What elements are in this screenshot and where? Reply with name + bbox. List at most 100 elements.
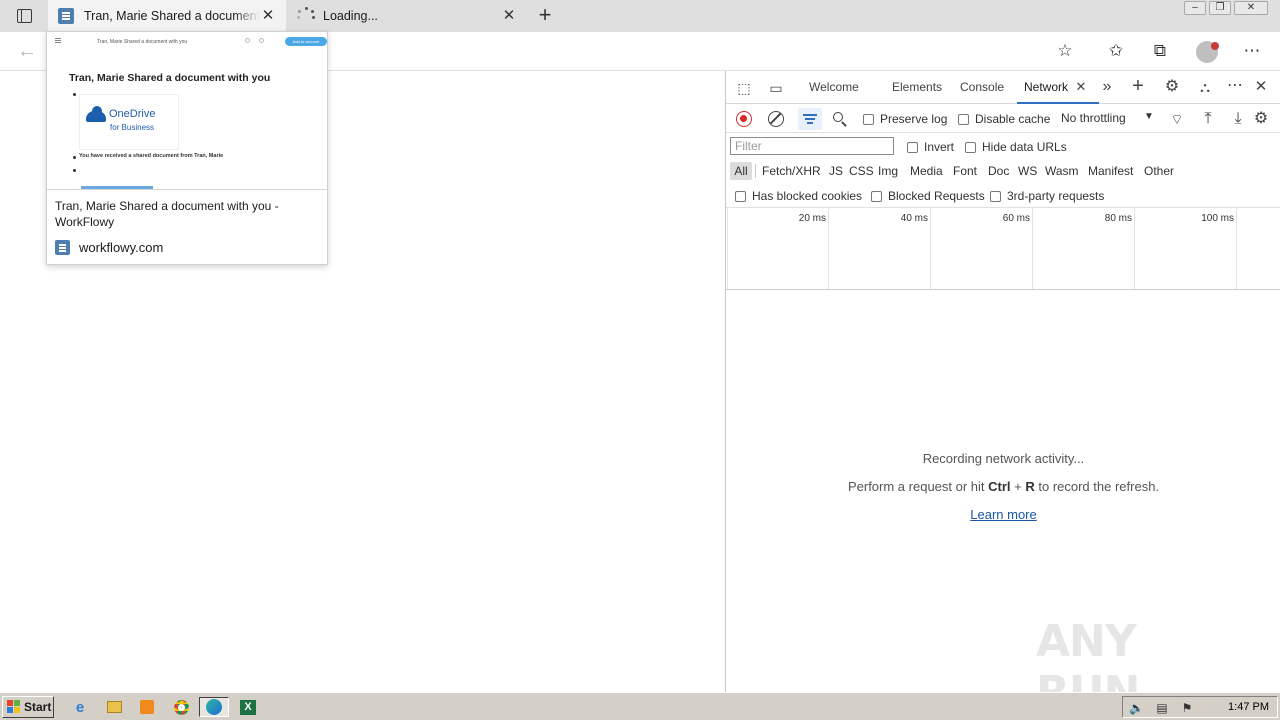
network-toolbar: Preserve log Disable cache No throttling… <box>726 105 1280 133</box>
more-tabs-chevron-icon[interactable]: » <box>1097 77 1117 97</box>
profile-avatar[interactable] <box>1196 41 1219 63</box>
device-emulation-icon[interactable]: ▭ <box>766 78 786 98</box>
restore-window-button[interactable]: ❐ <box>1209 1 1231 15</box>
preview-heading: Tran, Marie Shared a document with you <box>69 72 271 84</box>
tab-title: Loading... <box>323 9 378 23</box>
start-button[interactable]: Start <box>2 696 54 718</box>
close-devtools-icon[interactable]: ✕ <box>1251 77 1271 97</box>
preview-check-icon <box>259 38 264 43</box>
checkbox-box[interactable] <box>907 141 918 153</box>
system-tray: 🔈 ▤ ⚑ 1:47 PM <box>1122 696 1278 718</box>
tab-actions-menu-icon[interactable] <box>8 6 40 26</box>
add-tab-plus-icon[interactable]: + <box>1128 76 1148 96</box>
windows-logo-icon <box>7 700 21 714</box>
timeline-tick-label: 40 ms <box>900 213 928 224</box>
clear-log-icon[interactable] <box>768 111 784 127</box>
action-center-flag-icon[interactable]: ⚑ <box>1180 701 1194 715</box>
internet-explorer-icon[interactable]: e <box>69 697 91 717</box>
volume-icon[interactable]: 🔈 <box>1129 701 1144 715</box>
settings-more-icon[interactable]: ⋯ <box>1240 39 1264 63</box>
file-explorer-icon[interactable] <box>103 697 125 717</box>
has-blocked-cookies-checkbox[interactable]: Has blocked cookies <box>735 189 862 203</box>
checkbox-box[interactable] <box>871 190 882 202</box>
clock: 1:47 PM <box>1228 701 1269 713</box>
search-icon[interactable] <box>832 111 848 127</box>
disable-cache-checkbox[interactable]: Disable cache <box>958 112 1050 126</box>
third-party-requests-checkbox[interactable]: 3rd-party requests <box>990 189 1104 203</box>
back-arrow-icon[interactable]: ← <box>17 40 39 62</box>
invert-checkbox[interactable]: Invert <box>907 140 954 154</box>
network-settings-gear-icon[interactable]: ⚙ <box>1251 109 1271 129</box>
checkbox-box[interactable] <box>990 190 1001 202</box>
network-icon[interactable]: ▤ <box>1155 701 1169 715</box>
browser-tab-loading[interactable]: Loading... ✕ <box>287 0 527 32</box>
type-filter-manifest[interactable]: Manifest <box>1088 162 1133 180</box>
refresh-hint-suffix: to record the refresh. <box>1034 479 1160 494</box>
tab-hover-card: Tran, Marie Shared a document with you A… <box>46 31 328 265</box>
inspect-element-icon[interactable]: ⬚ <box>734 78 754 98</box>
close-window-button[interactable]: ✕ <box>1234 1 1268 15</box>
filter-input[interactable] <box>730 137 894 155</box>
start-label: Start <box>24 700 52 714</box>
network-overview-timeline[interactable]: 20 ms 40 ms 60 ms 80 ms 100 ms <box>726 208 1280 290</box>
more-options-icon[interactable]: ⋯ <box>1225 76 1245 96</box>
tab-elements[interactable]: Elements <box>892 80 942 94</box>
tab-console[interactable]: Console <box>960 80 1004 94</box>
excel-icon[interactable]: X <box>237 697 259 717</box>
disable-cache-label: Disable cache <box>975 112 1051 126</box>
checkbox-box[interactable] <box>735 190 746 202</box>
preview-header-title: Tran, Marie Shared a document with you <box>97 39 188 45</box>
chrome-icon[interactable] <box>170 697 192 717</box>
tab-strip: Tran, Marie Shared a document with you -… <box>0 0 1280 32</box>
loading-spinner-icon <box>297 7 315 25</box>
export-har-icon[interactable]: ⤓ <box>1228 109 1248 129</box>
edge-icon[interactable] <box>199 697 229 717</box>
network-conditions-icon[interactable]: ⌔ <box>1167 109 1187 129</box>
type-filter-doc[interactable]: Doc <box>988 162 1009 180</box>
tab-welcome[interactable]: Welcome <box>809 80 859 94</box>
favorites-icon[interactable]: ✩ <box>1104 39 1128 63</box>
learn-more-link[interactable]: Learn more <box>970 507 1036 522</box>
close-tab-icon[interactable]: ✕ <box>260 8 276 24</box>
type-filter-font[interactable]: Font <box>953 162 977 180</box>
type-filter-wasm[interactable]: Wasm <box>1045 162 1079 180</box>
record-network-button[interactable] <box>736 111 752 127</box>
type-filter-media[interactable]: Media <box>910 162 943 180</box>
timeline-tick-label: 80 ms <box>1104 213 1132 224</box>
type-filter-fetch-xhr[interactable]: Fetch/XHR <box>762 162 821 180</box>
type-filter-js[interactable]: JS <box>829 162 843 180</box>
type-filter-ws[interactable]: WS <box>1018 162 1037 180</box>
media-player-icon[interactable] <box>136 697 158 717</box>
add-favorite-star-icon[interactable]: ☆ <box>1053 39 1077 63</box>
filter-funnel-icon[interactable] <box>798 108 822 130</box>
type-filter-all[interactable]: All <box>730 162 752 180</box>
browser-tab-workflowy[interactable]: Tran, Marie Shared a document with you -… <box>48 0 286 32</box>
import-har-icon[interactable]: ⤒ <box>1198 109 1218 129</box>
checkbox-box[interactable] <box>863 113 874 125</box>
new-tab-plus-icon[interactable]: + <box>534 4 556 26</box>
tab-network[interactable]: Network <box>1024 80 1068 94</box>
throttling-select[interactable]: No throttling <box>1061 111 1126 125</box>
chevron-down-icon[interactable]: ▼ <box>1144 111 1154 122</box>
hide-data-urls-checkbox[interactable]: Hide data URLs <box>965 140 1067 154</box>
type-filter-img[interactable]: Img <box>878 162 898 180</box>
blocked-requests-checkbox[interactable]: Blocked Requests <box>871 189 985 203</box>
close-network-tab-icon[interactable]: ✕ <box>1071 77 1091 97</box>
type-filter-css[interactable]: CSS <box>849 162 874 180</box>
minimize-window-button[interactable]: – <box>1184 1 1206 15</box>
invert-label: Invert <box>924 140 955 154</box>
extra-filters: Has blocked cookies Blocked Requests 3rd… <box>726 184 1280 208</box>
preserve-log-checkbox[interactable]: Preserve log <box>863 112 947 126</box>
page-preview-thumbnail: Tran, Marie Shared a document with you A… <box>47 32 327 190</box>
logo-line2: for Business <box>110 123 155 132</box>
checkbox-box[interactable] <box>965 141 976 153</box>
address-bar[interactable] <box>310 37 1090 65</box>
checkbox-box[interactable] <box>958 113 969 125</box>
collections-icon[interactable]: ⧉ <box>1148 39 1172 63</box>
hover-card-domain-row: workflowy.com <box>55 240 163 255</box>
close-tab-icon[interactable]: ✕ <box>501 8 517 24</box>
type-filter-other[interactable]: Other <box>1144 162 1174 180</box>
customize-icon[interactable]: ⛬ <box>1195 77 1215 97</box>
settings-gear-icon[interactable]: ⚙ <box>1162 77 1182 97</box>
timeline-tick-label: 60 ms <box>1002 213 1030 224</box>
